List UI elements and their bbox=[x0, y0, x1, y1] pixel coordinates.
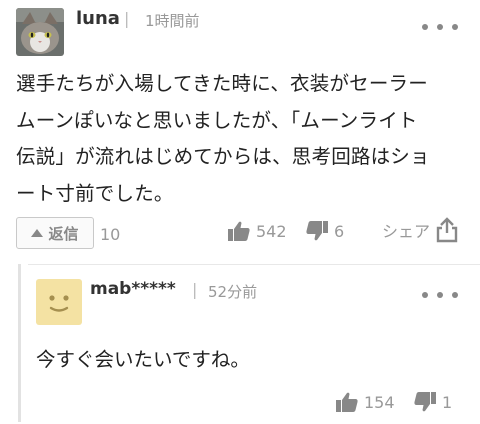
header-separator: | bbox=[192, 280, 198, 299]
dislike-button[interactable]: 1 bbox=[414, 392, 452, 412]
comment-line: ート寸前でした。 bbox=[16, 181, 174, 205]
smiley-face-avatar-icon bbox=[49, 295, 69, 312]
like-count: 542 bbox=[256, 221, 287, 241]
avatar[interactable] bbox=[16, 8, 64, 56]
comment-line: ムーンぽいなと思いましたが、「ムーンライト bbox=[16, 108, 418, 132]
dislike-button[interactable]: 6 bbox=[306, 221, 344, 241]
divider bbox=[28, 264, 480, 265]
thumbs-down-icon bbox=[414, 392, 436, 412]
share-icon bbox=[436, 217, 458, 243]
comment-body: 選手たちが入場してきた時に、衣装がセーラー ムーンぽいなと思いましたが、「ムーン… bbox=[16, 66, 472, 212]
triangle-up-icon bbox=[31, 229, 44, 237]
comment-username[interactable]: luna bbox=[76, 8, 120, 29]
like-count: 154 bbox=[364, 392, 395, 412]
reply-body: 今すぐ会いたいですね。 bbox=[36, 348, 250, 371]
share-label: シェア bbox=[382, 222, 431, 241]
comment-timestamp: 1時間前 bbox=[145, 12, 200, 30]
thumbs-up-icon bbox=[336, 392, 358, 412]
thumbs-down-icon bbox=[306, 221, 328, 241]
dislike-count: 6 bbox=[334, 221, 345, 241]
more-dots-icon[interactable] bbox=[422, 290, 458, 300]
reply-button[interactable]: 返信 bbox=[16, 217, 94, 249]
share-button[interactable]: シェア bbox=[382, 217, 458, 243]
dislike-count: 1 bbox=[442, 392, 453, 412]
header-separator: | bbox=[124, 9, 130, 28]
reply-timestamp: 52分前 bbox=[208, 283, 258, 301]
avatar[interactable] bbox=[36, 279, 82, 325]
like-button[interactable]: 542 bbox=[228, 221, 287, 241]
reply-button-label: 返信 bbox=[48, 224, 79, 243]
cat-photo-avatar-icon bbox=[16, 8, 64, 56]
reply-count: 10 bbox=[100, 225, 121, 244]
comment-line: 選手たちが入場してきた時に、衣装がセーラー bbox=[16, 72, 428, 95]
comment-line: 伝説」が流れはじめてからは、思考回路はショ bbox=[16, 145, 430, 168]
reply-username[interactable]: mab***** bbox=[90, 279, 176, 299]
more-dots-icon[interactable] bbox=[422, 22, 458, 32]
thread-bar bbox=[18, 264, 21, 422]
like-button[interactable]: 154 bbox=[336, 392, 395, 412]
thumbs-up-icon bbox=[228, 221, 250, 241]
